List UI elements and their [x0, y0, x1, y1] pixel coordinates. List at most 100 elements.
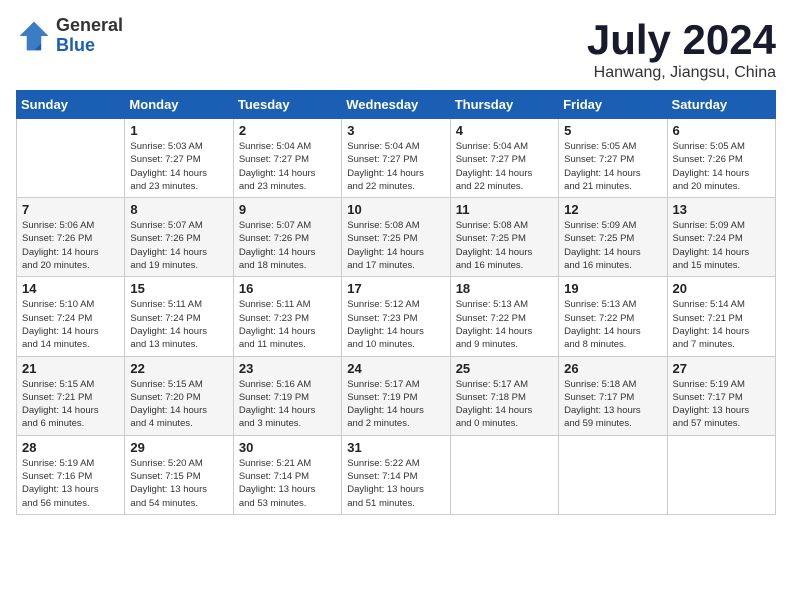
day-info: Sunrise: 5:13 AM Sunset: 7:22 PM Dayligh… [564, 298, 661, 351]
calendar-cell: 2 Sunrise: 5:04 AM Sunset: 7:27 PM Daylig… [233, 119, 341, 198]
calendar-cell: 6Sunrise: 5:05 AM Sunset: 7:26 PM Daylig… [667, 119, 775, 198]
calendar-cell: 15Sunrise: 5:11 AM Sunset: 7:24 PM Dayli… [125, 277, 233, 356]
weekday-header-wednesday: Wednesday [342, 91, 450, 119]
day-number: 16 [239, 281, 336, 296]
day-info: Sunrise: 5:22 AM Sunset: 7:14 PM Dayligh… [347, 457, 444, 510]
calendar-cell: 18Sunrise: 5:13 AM Sunset: 7:22 PM Dayli… [450, 277, 558, 356]
day-number: 30 [239, 440, 336, 455]
calendar-cell: 16Sunrise: 5:11 AM Sunset: 7:23 PM Dayli… [233, 277, 341, 356]
day-info: Sunrise: 5:17 AM Sunset: 7:19 PM Dayligh… [347, 378, 444, 431]
day-number: 2 [239, 123, 336, 138]
day-number: 23 [239, 361, 336, 376]
day-info: Sunrise: 5:04 AM Sunset: 7:27 PM Dayligh… [456, 140, 553, 193]
calendar-cell: 20 Sunrise: 5:14 AM Sunset: 7:21 PM Dayli… [667, 277, 775, 356]
day-info: Sunrise: 5:15 AM Sunset: 7:20 PM Dayligh… [130, 378, 227, 431]
day-number: 3 [347, 123, 444, 138]
day-number: 22 [130, 361, 227, 376]
main-title: July 2024 [587, 16, 776, 64]
logo: General Blue [16, 16, 123, 56]
day-number: 9 [239, 202, 336, 217]
day-number: 4 [456, 123, 553, 138]
day-info: Sunrise: 5:07 AM Sunset: 7:26 PM Dayligh… [239, 219, 336, 272]
weekday-header-thursday: Thursday [450, 91, 558, 119]
day-number: 31 [347, 440, 444, 455]
weekday-header-tuesday: Tuesday [233, 91, 341, 119]
week-row-5: 28Sunrise: 5:19 AM Sunset: 7:16 PM Dayli… [17, 435, 776, 514]
week-row-2: 7 Sunrise: 5:06 AM Sunset: 7:26 PM Daylig… [17, 198, 776, 277]
day-number: 27 [673, 361, 770, 376]
calendar-cell: 25 Sunrise: 5:17 AM Sunset: 7:18 PM Dayli… [450, 356, 558, 435]
calendar-cell: 12 Sunrise: 5:09 AM Sunset: 7:25 PM Dayli… [559, 198, 667, 277]
day-info: Sunrise: 5:04 AM Sunset: 7:27 PM Dayligh… [239, 140, 336, 193]
calendar-cell [559, 435, 667, 514]
day-number: 10 [347, 202, 444, 217]
day-info: Sunrise: 5:18 AM Sunset: 7:17 PM Dayligh… [564, 378, 661, 431]
calendar-cell: 21 Sunrise: 5:15 AM Sunset: 7:21 PM Dayli… [17, 356, 125, 435]
calendar-cell: 22 Sunrise: 5:15 AM Sunset: 7:20 PM Dayli… [125, 356, 233, 435]
week-row-3: 14Sunrise: 5:10 AM Sunset: 7:24 PM Dayli… [17, 277, 776, 356]
day-info: Sunrise: 5:14 AM Sunset: 7:21 PM Dayligh… [673, 298, 770, 351]
day-number: 1 [130, 123, 227, 138]
calendar-cell: 29 Sunrise: 5:20 AM Sunset: 7:15 PM Dayli… [125, 435, 233, 514]
week-row-1: 1 Sunrise: 5:03 AM Sunset: 7:27 PM Daylig… [17, 119, 776, 198]
calendar-cell: 11 Sunrise: 5:08 AM Sunset: 7:25 PM Dayli… [450, 198, 558, 277]
title-section: July 2024 Hanwang, Jiangsu, China [587, 16, 776, 82]
calendar-cell: 27Sunrise: 5:19 AM Sunset: 7:17 PM Dayli… [667, 356, 775, 435]
sub-title: Hanwang, Jiangsu, China [587, 64, 776, 82]
day-number: 17 [347, 281, 444, 296]
calendar-cell: 23 Sunrise: 5:16 AM Sunset: 7:19 PM Dayli… [233, 356, 341, 435]
day-info: Sunrise: 5:09 AM Sunset: 7:24 PM Dayligh… [673, 219, 770, 272]
day-number: 18 [456, 281, 553, 296]
weekday-header-monday: Monday [125, 91, 233, 119]
calendar-cell: 17 Sunrise: 5:12 AM Sunset: 7:23 PM Dayli… [342, 277, 450, 356]
calendar-cell: 8Sunrise: 5:07 AM Sunset: 7:26 PM Daylig… [125, 198, 233, 277]
day-info: Sunrise: 5:05 AM Sunset: 7:27 PM Dayligh… [564, 140, 661, 193]
weekday-header-saturday: Saturday [667, 91, 775, 119]
calendar-cell: 10Sunrise: 5:08 AM Sunset: 7:25 PM Dayli… [342, 198, 450, 277]
day-info: Sunrise: 5:08 AM Sunset: 7:25 PM Dayligh… [456, 219, 553, 272]
day-info: Sunrise: 5:11 AM Sunset: 7:24 PM Dayligh… [130, 298, 227, 351]
day-number: 20 [673, 281, 770, 296]
day-number: 12 [564, 202, 661, 217]
day-number: 19 [564, 281, 661, 296]
day-number: 29 [130, 440, 227, 455]
calendar-cell: 19 Sunrise: 5:13 AM Sunset: 7:22 PM Dayli… [559, 277, 667, 356]
calendar-cell: 13 Sunrise: 5:09 AM Sunset: 7:24 PM Dayli… [667, 198, 775, 277]
calendar-cell: 4 Sunrise: 5:04 AM Sunset: 7:27 PM Daylig… [450, 119, 558, 198]
calendar-cell [17, 119, 125, 198]
day-info: Sunrise: 5:21 AM Sunset: 7:14 PM Dayligh… [239, 457, 336, 510]
day-info: Sunrise: 5:12 AM Sunset: 7:23 PM Dayligh… [347, 298, 444, 351]
calendar-cell: 1 Sunrise: 5:03 AM Sunset: 7:27 PM Daylig… [125, 119, 233, 198]
day-info: Sunrise: 5:03 AM Sunset: 7:27 PM Dayligh… [130, 140, 227, 193]
day-info: Sunrise: 5:15 AM Sunset: 7:21 PM Dayligh… [22, 378, 119, 431]
logo-text: General Blue [56, 16, 123, 56]
day-number: 11 [456, 202, 553, 217]
calendar-cell: 26Sunrise: 5:18 AM Sunset: 7:17 PM Dayli… [559, 356, 667, 435]
day-number: 21 [22, 361, 119, 376]
day-number: 8 [130, 202, 227, 217]
calendar-cell: 9 Sunrise: 5:07 AM Sunset: 7:26 PM Daylig… [233, 198, 341, 277]
logo-icon [16, 18, 52, 54]
day-number: 24 [347, 361, 444, 376]
day-number: 25 [456, 361, 553, 376]
calendar-cell [667, 435, 775, 514]
day-info: Sunrise: 5:06 AM Sunset: 7:26 PM Dayligh… [22, 219, 119, 272]
calendar: SundayMondayTuesdayWednesdayThursdayFrid… [16, 90, 776, 515]
calendar-cell: 28Sunrise: 5:19 AM Sunset: 7:16 PM Dayli… [17, 435, 125, 514]
day-number: 7 [22, 202, 119, 217]
calendar-cell: 14Sunrise: 5:10 AM Sunset: 7:24 PM Dayli… [17, 277, 125, 356]
weekday-header-friday: Friday [559, 91, 667, 119]
day-number: 13 [673, 202, 770, 217]
week-row-4: 21 Sunrise: 5:15 AM Sunset: 7:21 PM Dayli… [17, 356, 776, 435]
day-info: Sunrise: 5:17 AM Sunset: 7:18 PM Dayligh… [456, 378, 553, 431]
day-info: Sunrise: 5:09 AM Sunset: 7:25 PM Dayligh… [564, 219, 661, 272]
day-number: 28 [22, 440, 119, 455]
day-number: 6 [673, 123, 770, 138]
day-number: 14 [22, 281, 119, 296]
day-info: Sunrise: 5:04 AM Sunset: 7:27 PM Dayligh… [347, 140, 444, 193]
calendar-cell: 30 Sunrise: 5:21 AM Sunset: 7:14 PM Dayli… [233, 435, 341, 514]
day-info: Sunrise: 5:20 AM Sunset: 7:15 PM Dayligh… [130, 457, 227, 510]
weekday-header-sunday: Sunday [17, 91, 125, 119]
logo-blue-text: Blue [56, 36, 123, 56]
day-info: Sunrise: 5:16 AM Sunset: 7:19 PM Dayligh… [239, 378, 336, 431]
